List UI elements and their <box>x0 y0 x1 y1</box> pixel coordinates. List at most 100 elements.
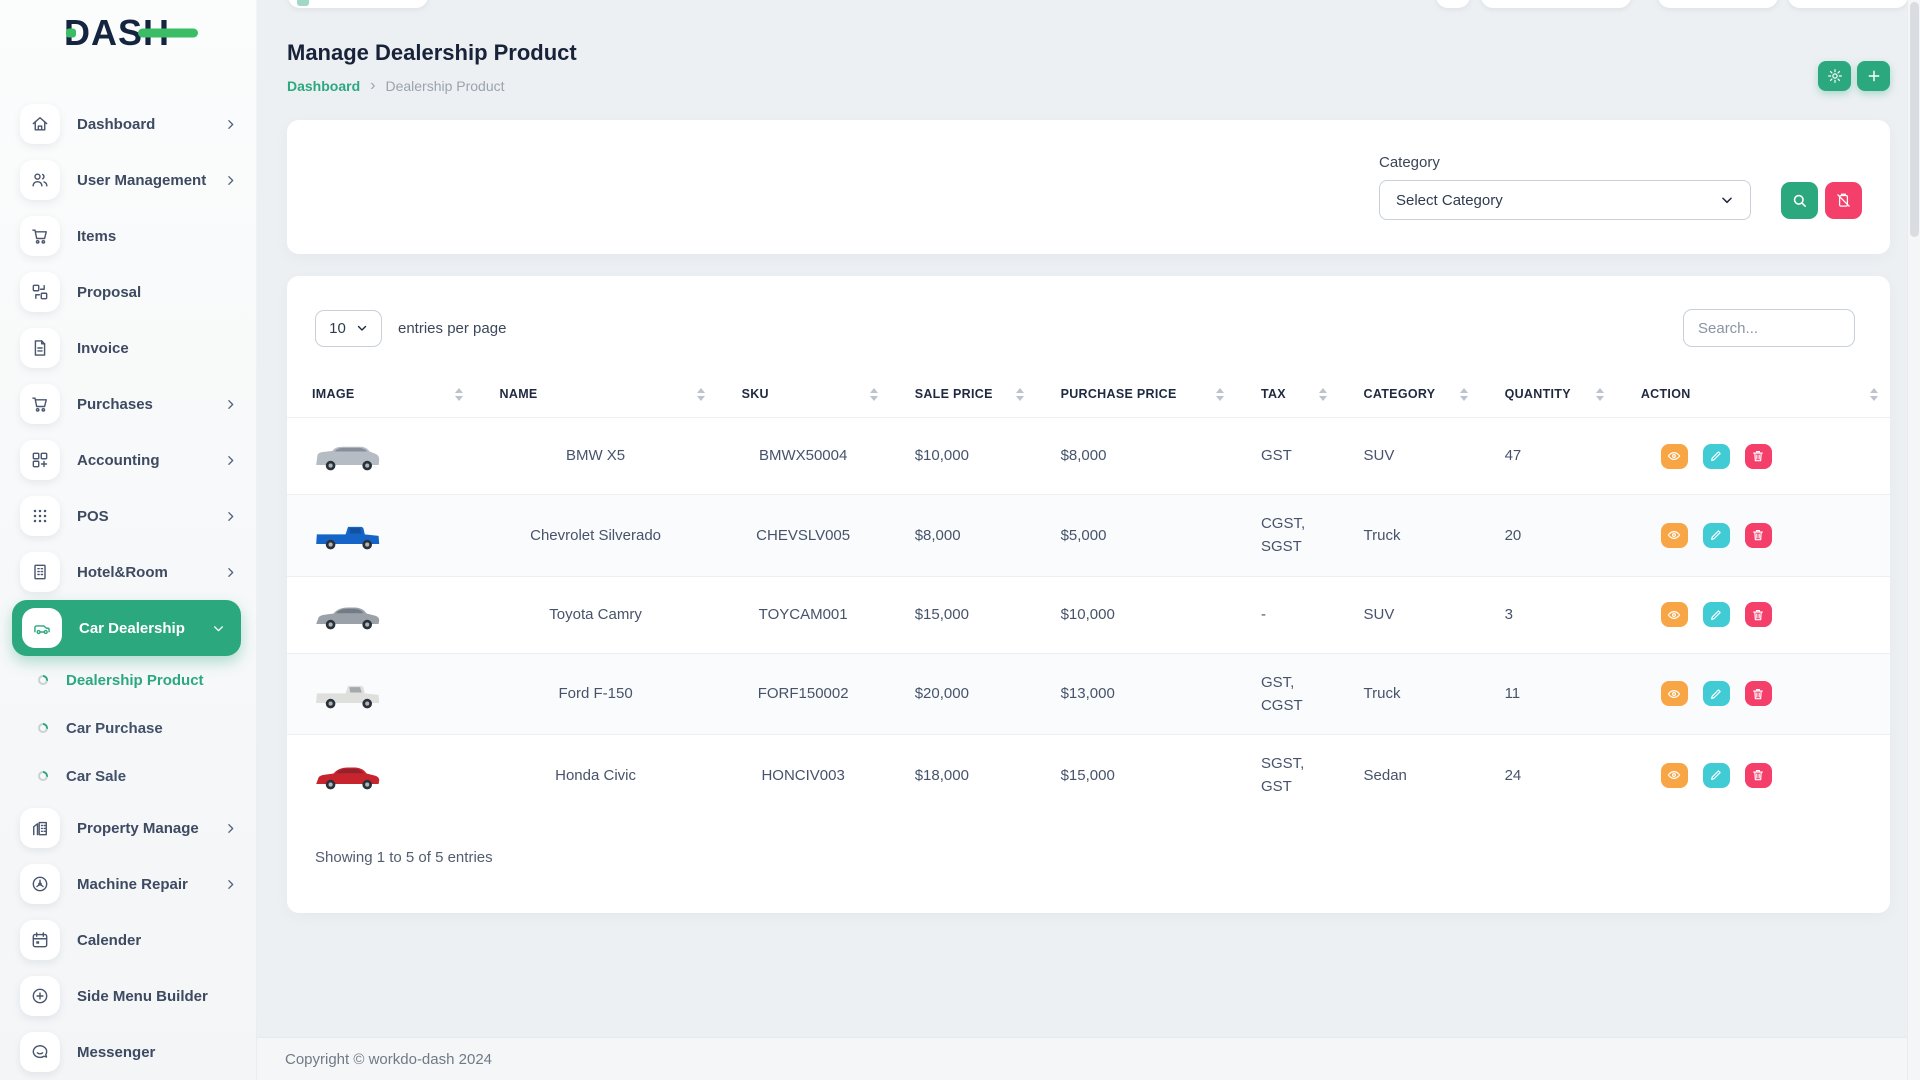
sidebar-item-machine-repair[interactable]: Machine Repair <box>0 856 257 912</box>
category-select-value: Select Category <box>1396 192 1720 209</box>
sku-cell: TOYCAM001 <box>717 576 890 653</box>
sidebar-item-items[interactable]: Items <box>0 208 257 264</box>
column-header-tax[interactable]: TAX <box>1236 377 1339 418</box>
sidebar-item-hotel-room[interactable]: Hotel&Room <box>0 544 257 600</box>
view-button[interactable] <box>1661 763 1688 788</box>
sidebar-item-property-manage[interactable]: Property Manage <box>0 800 257 856</box>
filter-search-button[interactable] <box>1781 182 1818 219</box>
page-title: Manage Dealership Product <box>287 40 1890 66</box>
column-header-action[interactable]: ACTION <box>1616 377 1890 418</box>
sidebar-item-user-management[interactable]: User Management <box>0 152 257 208</box>
sidebar-item-purchases[interactable]: Purchases <box>0 376 257 432</box>
sidebar-item-dashboard[interactable]: Dashboard <box>0 96 257 152</box>
tax-cell: GST <box>1236 418 1339 495</box>
view-button[interactable] <box>1661 444 1688 469</box>
sidebar: DASH Dashboard User Management Items Pro… <box>0 0 257 1080</box>
sidebar-subitem-car-purchase[interactable]: Car Purchase <box>0 704 257 752</box>
column-header-image[interactable]: IMAGE <box>287 377 475 418</box>
sort-icon[interactable] <box>1596 388 1604 401</box>
sidebar-item-messenger[interactable]: Messenger <box>0 1024 257 1080</box>
sidebar-subitem-dealership-product[interactable]: Dealership Product <box>0 656 257 704</box>
edit-button[interactable] <box>1703 763 1730 788</box>
table-row: Ford F-150 FORF150002 $20,000 $13,000 GS… <box>287 653 1890 735</box>
column-header-quantity[interactable]: QUANTITY <box>1480 377 1616 418</box>
view-button[interactable] <box>1661 602 1688 627</box>
eye-icon <box>1667 449 1681 463</box>
bullet-icon <box>38 723 48 733</box>
tax-cell: - <box>1236 576 1339 653</box>
sort-icon[interactable] <box>870 388 878 401</box>
scrollbar-thumb[interactable] <box>1910 2 1919 237</box>
app-logo[interactable]: DASH <box>0 0 257 66</box>
sort-icon[interactable] <box>1216 388 1224 401</box>
edit-button[interactable] <box>1703 602 1730 627</box>
category-select[interactable]: Select Category <box>1379 180 1751 220</box>
table-controls: 10 entries per page <box>287 309 1890 347</box>
sidebar-item-pos[interactable]: POS <box>0 488 257 544</box>
sidebar-item-calender[interactable]: Calender <box>0 912 257 968</box>
car-image <box>312 435 384 477</box>
purchase-price-cell: $15,000 <box>1036 735 1236 816</box>
bullet-icon <box>38 675 48 685</box>
table-search-input[interactable] <box>1683 309 1855 347</box>
filter-reset-button[interactable] <box>1825 182 1862 219</box>
sort-icon[interactable] <box>1319 388 1327 401</box>
delete-button[interactable] <box>1745 444 1772 469</box>
edit-button[interactable] <box>1703 444 1730 469</box>
sidebar-item-car-dealership[interactable]: Car Dealership <box>12 600 241 656</box>
sidebar-subitem-car-sale[interactable]: Car Sale <box>0 752 257 800</box>
breadcrumb-current: Dealership Product <box>385 78 504 94</box>
sort-icon[interactable] <box>1460 388 1468 401</box>
add-product-button[interactable] <box>1857 61 1890 91</box>
sidebar-item-accounting[interactable]: Accounting <box>0 432 257 488</box>
delete-button[interactable] <box>1745 523 1772 548</box>
sidebar-item-label: Side Menu Builder <box>77 988 208 1005</box>
sidebar-item-label: User Management <box>77 172 206 189</box>
view-button[interactable] <box>1661 681 1688 706</box>
sort-icon[interactable] <box>1016 388 1024 401</box>
sidebar-item-invoice[interactable]: Invoice <box>0 320 257 376</box>
image-cell <box>287 653 475 735</box>
sort-icon[interactable] <box>1870 388 1878 401</box>
sidebar-item-label: POS <box>77 508 109 525</box>
delete-button[interactable] <box>1745 681 1772 706</box>
edit-button[interactable] <box>1703 681 1730 706</box>
users-icon <box>20 160 60 200</box>
sort-icon[interactable] <box>697 388 705 401</box>
filter-buttons <box>1781 182 1862 220</box>
column-header-purchase-price[interactable]: PURCHASE PRICE <box>1036 377 1236 418</box>
delete-button[interactable] <box>1745 763 1772 788</box>
eye-icon <box>1667 608 1681 622</box>
category-cell: SUV <box>1339 576 1480 653</box>
sale-price-cell: $8,000 <box>890 495 1036 577</box>
table-row: Honda Civic HONCIV003 $18,000 $15,000 SG… <box>287 735 1890 816</box>
action-cell <box>1616 418 1890 495</box>
entries-per-page-select[interactable]: 10 <box>315 310 382 347</box>
trash-icon <box>1751 768 1765 782</box>
sidebar-item-proposal[interactable]: Proposal <box>0 264 257 320</box>
column-header-name[interactable]: NAME <box>475 377 717 418</box>
sort-icon[interactable] <box>455 388 463 401</box>
pencil-icon <box>1709 687 1723 701</box>
column-header-category[interactable]: CATEGORY <box>1339 377 1480 418</box>
settings-button[interactable] <box>1818 61 1851 91</box>
table-body: BMW X5 BMWX50004 $10,000 $8,000 GST SUV … <box>287 418 1890 816</box>
delete-button[interactable] <box>1745 602 1772 627</box>
chevron-right-icon <box>224 822 237 835</box>
chevron-right-icon <box>224 398 237 411</box>
sidebar-item-side-menu-builder[interactable]: Side Menu Builder <box>0 968 257 1024</box>
sku-cell: FORF150002 <box>717 653 890 735</box>
column-header-sale-price[interactable]: SALE PRICE <box>890 377 1036 418</box>
column-header-sku[interactable]: SKU <box>717 377 890 418</box>
table-header-row: IMAGENAMESKUSALE PRICEPURCHASE PRICETAXC… <box>287 377 1890 418</box>
bullet-icon <box>38 771 48 781</box>
sale-price-cell: $10,000 <box>890 418 1036 495</box>
purchase-price-cell: $8,000 <box>1036 418 1236 495</box>
chevron-right-icon <box>224 454 237 467</box>
eye-icon <box>1667 528 1681 542</box>
view-button[interactable] <box>1661 523 1688 548</box>
sale-price-cell: $18,000 <box>890 735 1036 816</box>
edit-button[interactable] <box>1703 523 1730 548</box>
action-cell <box>1616 495 1890 577</box>
breadcrumb-dashboard-link[interactable]: Dashboard <box>287 78 360 94</box>
